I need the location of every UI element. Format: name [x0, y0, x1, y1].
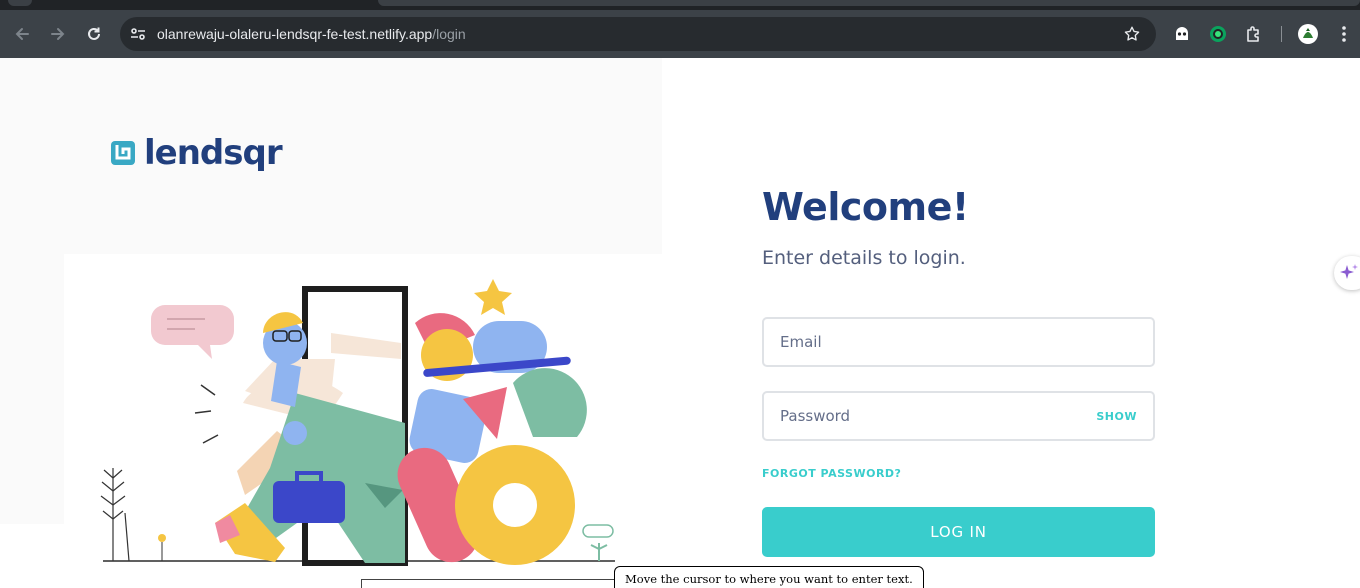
url-path: /login — [432, 26, 466, 42]
avatar[interactable] — [1296, 22, 1320, 46]
browser-toolbar: olanrewaju-olaleru-lendsqr-fe-test.netli… — [0, 10, 1360, 58]
forward-button[interactable] — [46, 22, 70, 46]
assistant-button[interactable] — [1334, 256, 1360, 290]
geometric-shapes — [397, 279, 614, 565]
reload-button[interactable] — [82, 22, 106, 46]
tune-icon[interactable] — [129, 25, 147, 47]
arrow-right-icon — [51, 28, 65, 40]
address-bar[interactable]: olanrewaju-olaleru-lendsqr-fe-test.netli… — [120, 17, 1156, 51]
puzzle-icon[interactable] — [1242, 22, 1266, 46]
cursor-tooltip: Move the cursor to where you want to ent… — [614, 566, 924, 588]
left-panel: lendsqr — [0, 58, 662, 588]
login-illustration — [100, 279, 615, 566]
speech-bubble — [151, 305, 234, 359]
arrow-left-icon — [15, 28, 29, 40]
login-page: lendsqr Welcome! Enter details to login.… — [0, 58, 1360, 588]
ghost-extension-icon[interactable] — [1170, 22, 1194, 46]
sparkle-icon — [1340, 264, 1358, 279]
lendsqr-logo-icon — [111, 141, 135, 165]
brand-logo: lendsqr — [110, 133, 283, 173]
left-background-strip — [0, 254, 64, 524]
reload-icon — [88, 27, 100, 40]
person — [215, 312, 405, 563]
kebab-menu-icon[interactable] — [1332, 22, 1356, 46]
tab-strip — [0, 0, 1360, 10]
left-background — [0, 58, 662, 254]
email-input[interactable] — [780, 331, 1080, 353]
page-subtitle: Enter details to login. — [762, 247, 966, 269]
active-tab[interactable] — [378, 0, 1360, 6]
flower-dot — [158, 534, 166, 542]
toolbar-divider — [1281, 26, 1282, 42]
email-field[interactable] — [762, 317, 1155, 367]
page-title: Welcome! — [762, 185, 969, 229]
green-extension-icon[interactable] — [1206, 22, 1230, 46]
motion-lines — [194, 384, 219, 444]
back-button[interactable] — [10, 22, 34, 46]
forgot-password-link[interactable]: FORGOT PASSWORD? — [762, 467, 901, 480]
briefcase — [273, 481, 345, 523]
tab-stub[interactable] — [8, 0, 32, 6]
plant-left — [100, 468, 130, 562]
url-host: olanrewaju-olaleru-lendsqr-fe-test.netli… — [157, 26, 433, 42]
password-input[interactable] — [780, 405, 1080, 427]
brand-name: lendsqr — [144, 133, 283, 173]
login-button[interactable]: LOG IN — [762, 507, 1155, 557]
url-text[interactable]: olanrewaju-olaleru-lendsqr-fe-test.netli… — [157, 26, 466, 42]
password-field[interactable]: SHOW — [762, 391, 1155, 441]
star-icon[interactable] — [1123, 25, 1141, 47]
show-password-button[interactable]: SHOW — [1096, 410, 1137, 423]
